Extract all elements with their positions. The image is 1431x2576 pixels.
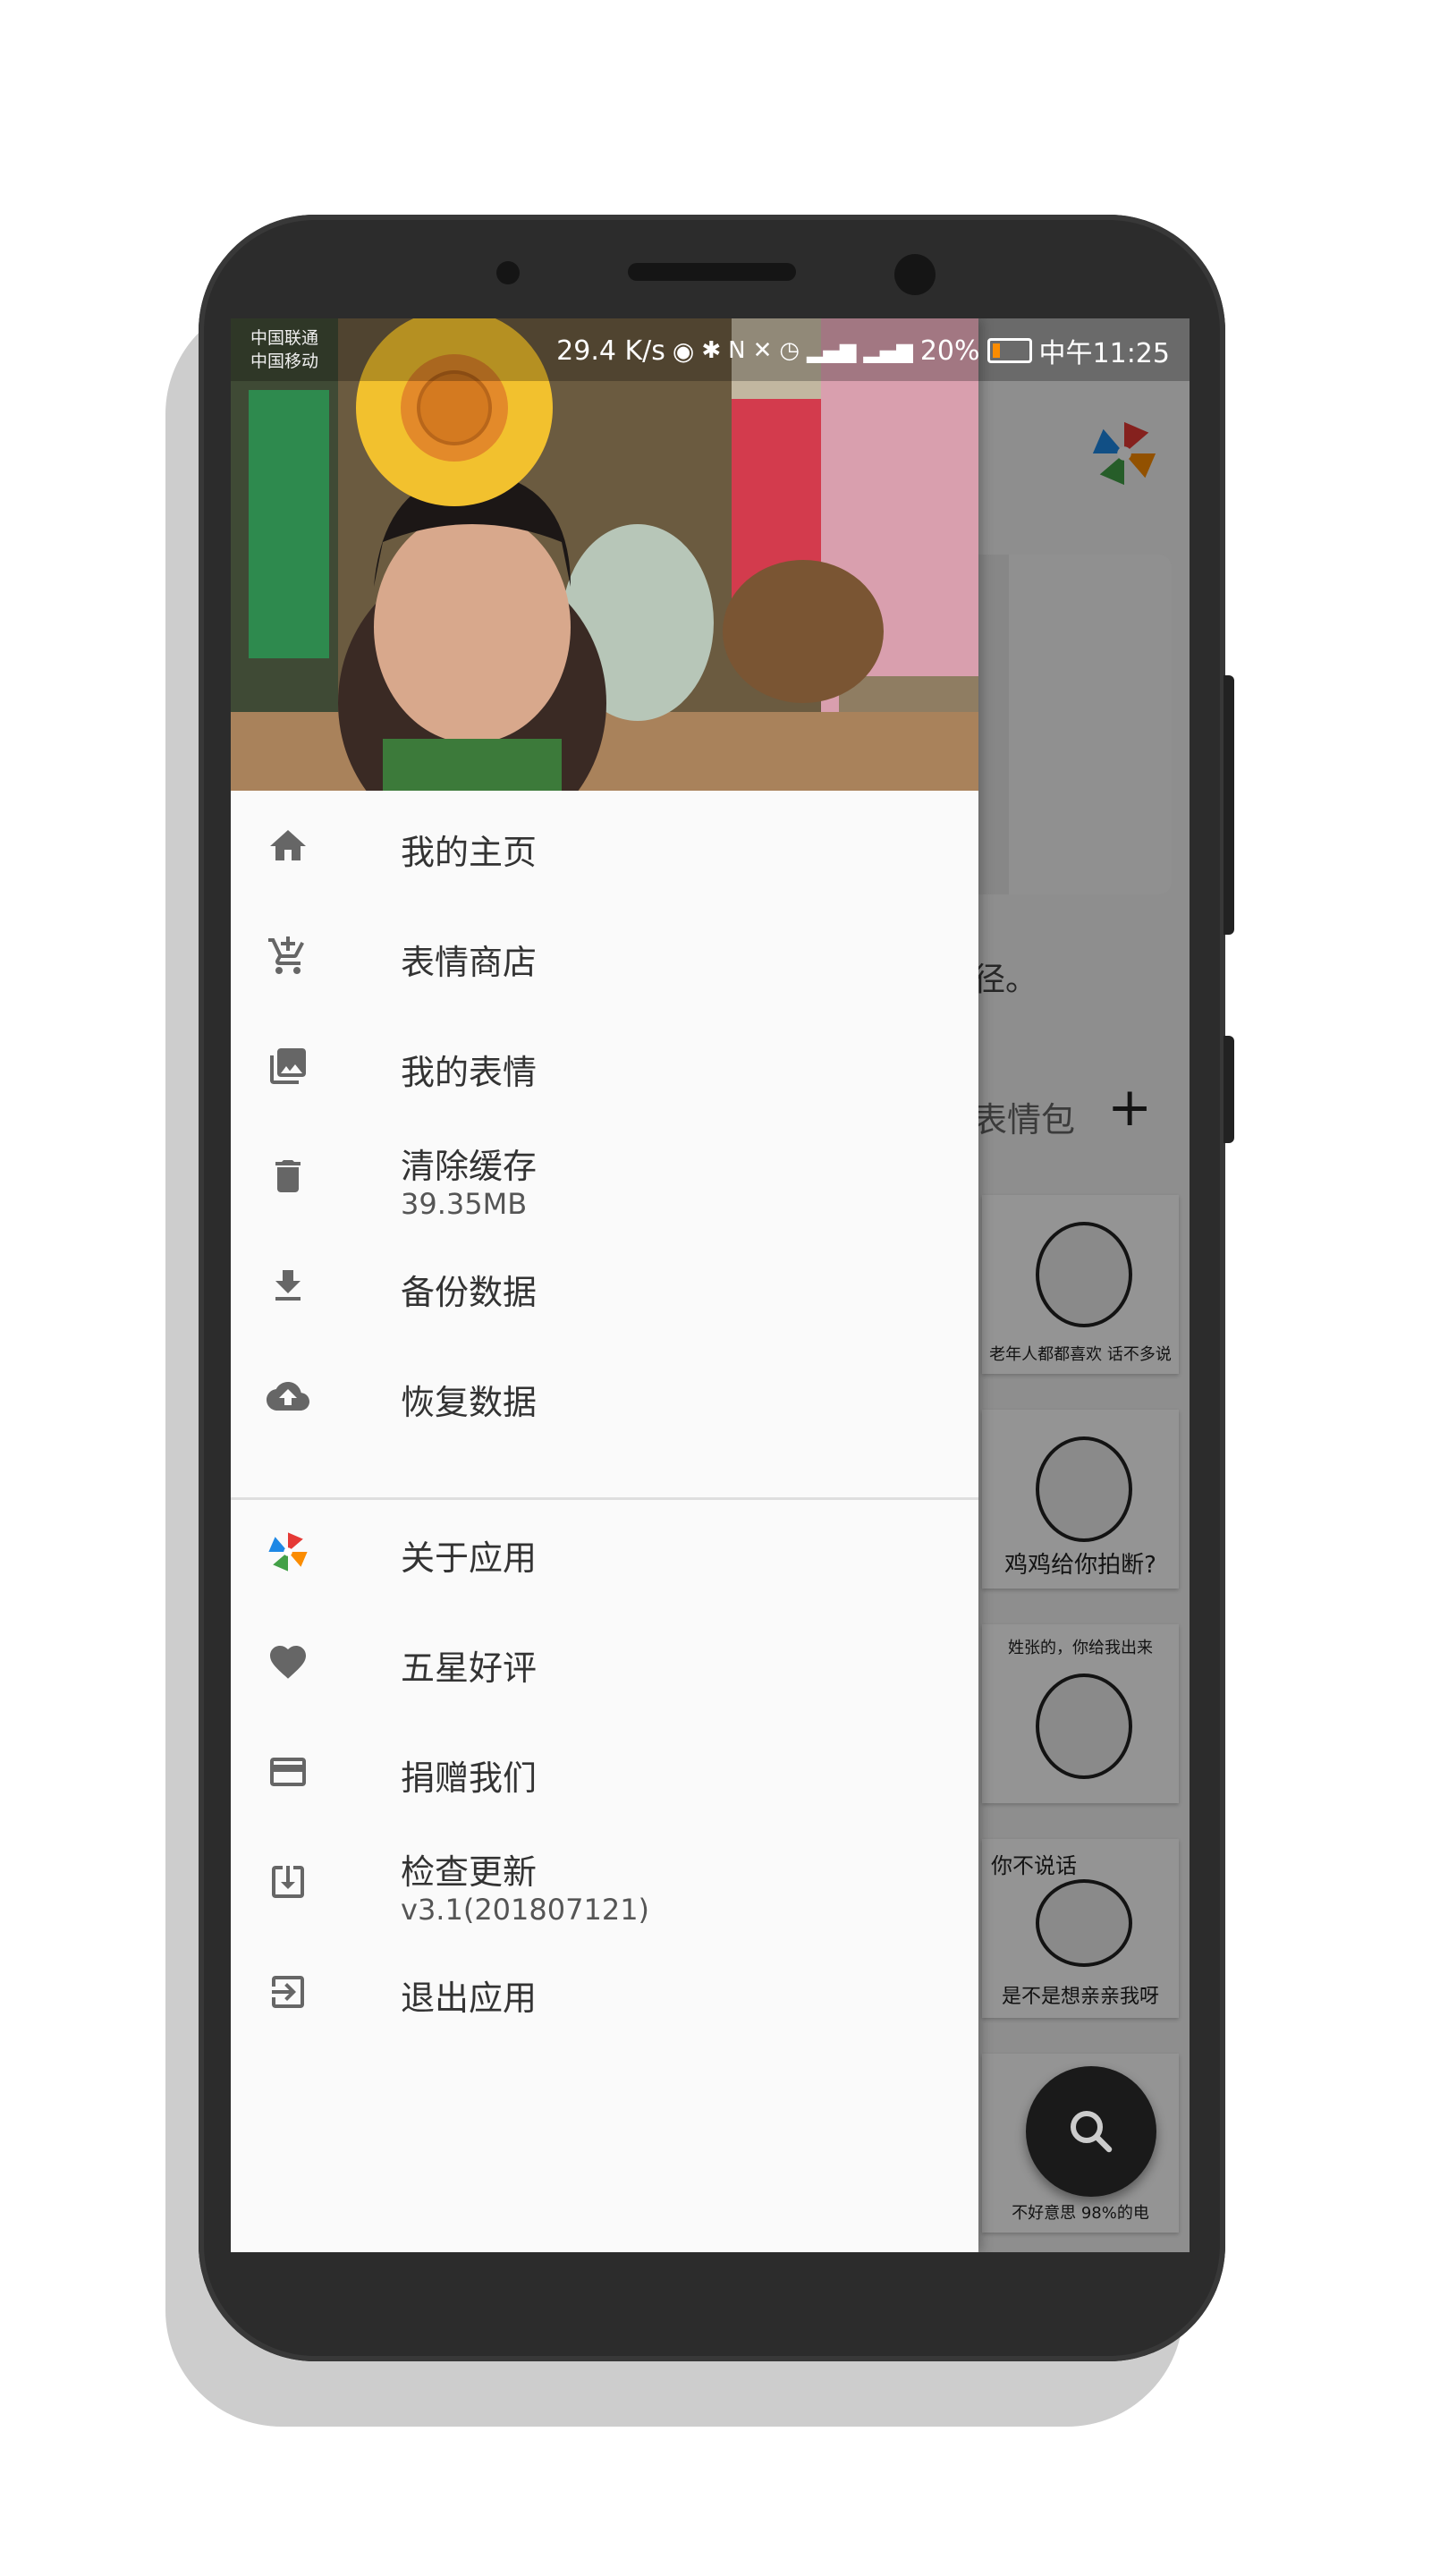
drawer-item-label: 五星好评 [401, 1648, 538, 1688]
drawer-item-rate[interactable]: 五星好评 [231, 1606, 978, 1714]
drawer-item-about[interactable]: 关于应用 [231, 1496, 978, 1604]
app-version: v3.1(201807121) [401, 1893, 650, 1927]
drawer-item-restore[interactable]: 恢复数据 [231, 1341, 978, 1448]
drawer-item-exit[interactable]: 退出应用 [231, 1936, 978, 2044]
drawer-item-label: 关于应用 [401, 1538, 538, 1578]
status-icons: 29.4 K/s ◉ ✱ N ✕ ◷ ▂▄▆ ▂▄▆ 20% 中午11:25 [556, 331, 1170, 370]
power-button [1224, 1036, 1234, 1143]
drawer-item-label: 检查更新 [401, 1852, 538, 1892]
bluetooth-icon: ✱ [701, 337, 722, 364]
cloud-upload-icon [267, 1382, 309, 1411]
speaker-grille [628, 263, 796, 281]
update-icon [272, 1866, 304, 1898]
drawer-item-label: 退出应用 [401, 1979, 538, 2018]
signal-icon: ▂▄▆ [807, 338, 857, 363]
drawer-item-label: 备份数据 [401, 1273, 538, 1312]
heart-icon [270, 1646, 306, 1679]
signal-icon: ▂▄▆ [863, 338, 913, 363]
drawer-item-label: 表情商店 [401, 943, 538, 982]
drawer-item-check-update[interactable]: 检查更新 v3.1(201807121) [231, 1826, 978, 1934]
front-camera [894, 254, 936, 295]
drawer-item-label: 我的表情 [401, 1053, 538, 1092]
drawer-item-label: 我的主页 [401, 833, 538, 872]
clock: 中午11:25 [1038, 338, 1170, 369]
sensor [496, 261, 520, 284]
status-bar: 中国联通 中国移动 29.4 K/s ◉ ✱ N ✕ ◷ ▂▄▆ ▂▄▆ 20%… [231, 318, 1190, 381]
alarm-icon: ◷ [779, 337, 800, 364]
drawer-item-clear-cache[interactable]: 清除缓存 39.35MB [231, 1121, 978, 1228]
search-fab[interactable] [1026, 2066, 1156, 2197]
mute-icon: ✕ [752, 337, 773, 364]
carrier-1: 中国联通 [250, 328, 319, 348]
drawer-item-label: 恢复数据 [401, 1383, 538, 1422]
drawer-item-label: 捐赠我们 [401, 1758, 538, 1798]
carrier-info: 中国联通 中国移动 [250, 326, 318, 373]
battery-icon [986, 338, 1032, 363]
carrier-2: 中国移动 [250, 352, 319, 371]
navigation-drawer: 我的主页 表情商店 我的表情 清除缓存 39.35MB 备份数据 恢复数据 关于… [231, 318, 978, 2252]
drawer-item-label: 清除缓存 [401, 1147, 538, 1186]
drawer-item-donate[interactable]: 捐赠我们 [231, 1716, 978, 1824]
nfc-icon: N [728, 337, 746, 364]
screen: 径。 表情包 + 老年人都都喜欢 话不多说 鸡鸡给你拍断? 姓张的，你给我出来 … [231, 318, 1190, 2252]
cart-icon [268, 936, 304, 974]
trash-icon [275, 1160, 301, 1192]
header-photo [231, 318, 978, 791]
net-speed: 29.4 K/s [556, 335, 665, 367]
download-icon [275, 1270, 301, 1301]
photo-library-icon [270, 1048, 306, 1084]
location-icon: ◉ [672, 335, 695, 366]
drawer-item-backup[interactable]: 备份数据 [231, 1231, 978, 1338]
app-logo-icon [268, 1532, 308, 1572]
volume-button [1224, 675, 1234, 935]
drawer-item-my-stickers[interactable]: 我的表情 [231, 1011, 978, 1118]
drawer-header-image [231, 318, 978, 791]
search-icon [1071, 2111, 1113, 2153]
credit-card-icon [270, 1758, 306, 1786]
exit-icon [272, 1976, 304, 2008]
home-icon [270, 830, 306, 860]
cache-size: 39.35MB [401, 1187, 528, 1221]
drawer-item-store[interactable]: 表情商店 [231, 901, 978, 1008]
drawer-item-home[interactable]: 我的主页 [231, 791, 978, 898]
battery-percent: 20% [919, 335, 980, 367]
